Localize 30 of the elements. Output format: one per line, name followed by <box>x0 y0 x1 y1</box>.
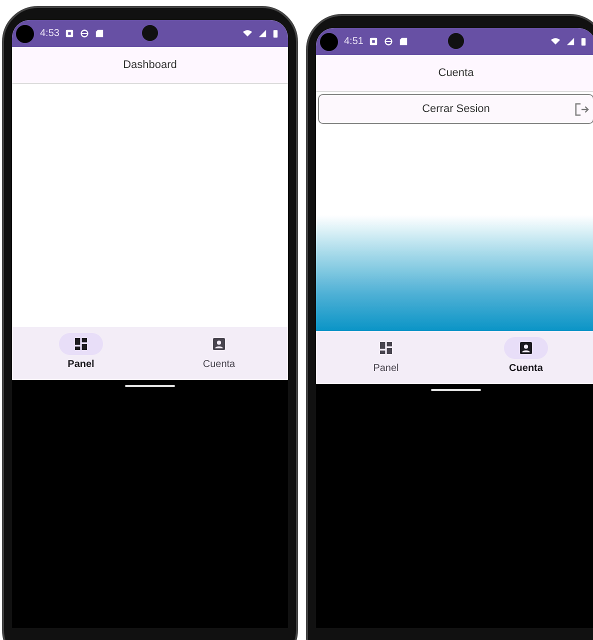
nav-label[interactable]: Panel <box>373 363 399 374</box>
front-camera-icon <box>142 25 158 41</box>
nav-label[interactable]: Cuenta <box>202 359 236 370</box>
front-camera-icon <box>448 33 464 49</box>
logout-icon <box>574 102 589 117</box>
signal-icon <box>566 37 575 46</box>
home-indicator <box>125 385 175 387</box>
screen-title: Cuenta <box>438 67 474 79</box>
camera-icon <box>16 24 34 42</box>
status-time: 4:51 <box>344 36 364 47</box>
person-card-icon[interactable] <box>504 337 548 359</box>
signal-icon <box>258 29 267 38</box>
battery-icon <box>581 37 586 46</box>
status-time: 4:53 <box>40 28 60 39</box>
logout-button[interactable]: Cerrar Sesion <box>318 94 593 124</box>
dashboard-icon[interactable] <box>59 333 103 355</box>
notification-icon <box>65 29 74 38</box>
battery-icon <box>273 29 278 38</box>
camera-icon <box>320 32 338 50</box>
nav-label[interactable]: Cuenta <box>509 363 543 374</box>
sync-icon <box>80 29 90 38</box>
sd-card-icon <box>95 29 104 38</box>
screen-title: Dashboard <box>123 59 177 71</box>
home-indicator <box>431 389 481 391</box>
wifi-icon <box>551 37 560 46</box>
sync-icon <box>384 37 394 46</box>
nav-label[interactable]: Panel <box>68 359 94 370</box>
sd-card-icon <box>399 37 408 46</box>
notification-icon <box>369 37 378 46</box>
wifi-icon <box>243 29 252 38</box>
